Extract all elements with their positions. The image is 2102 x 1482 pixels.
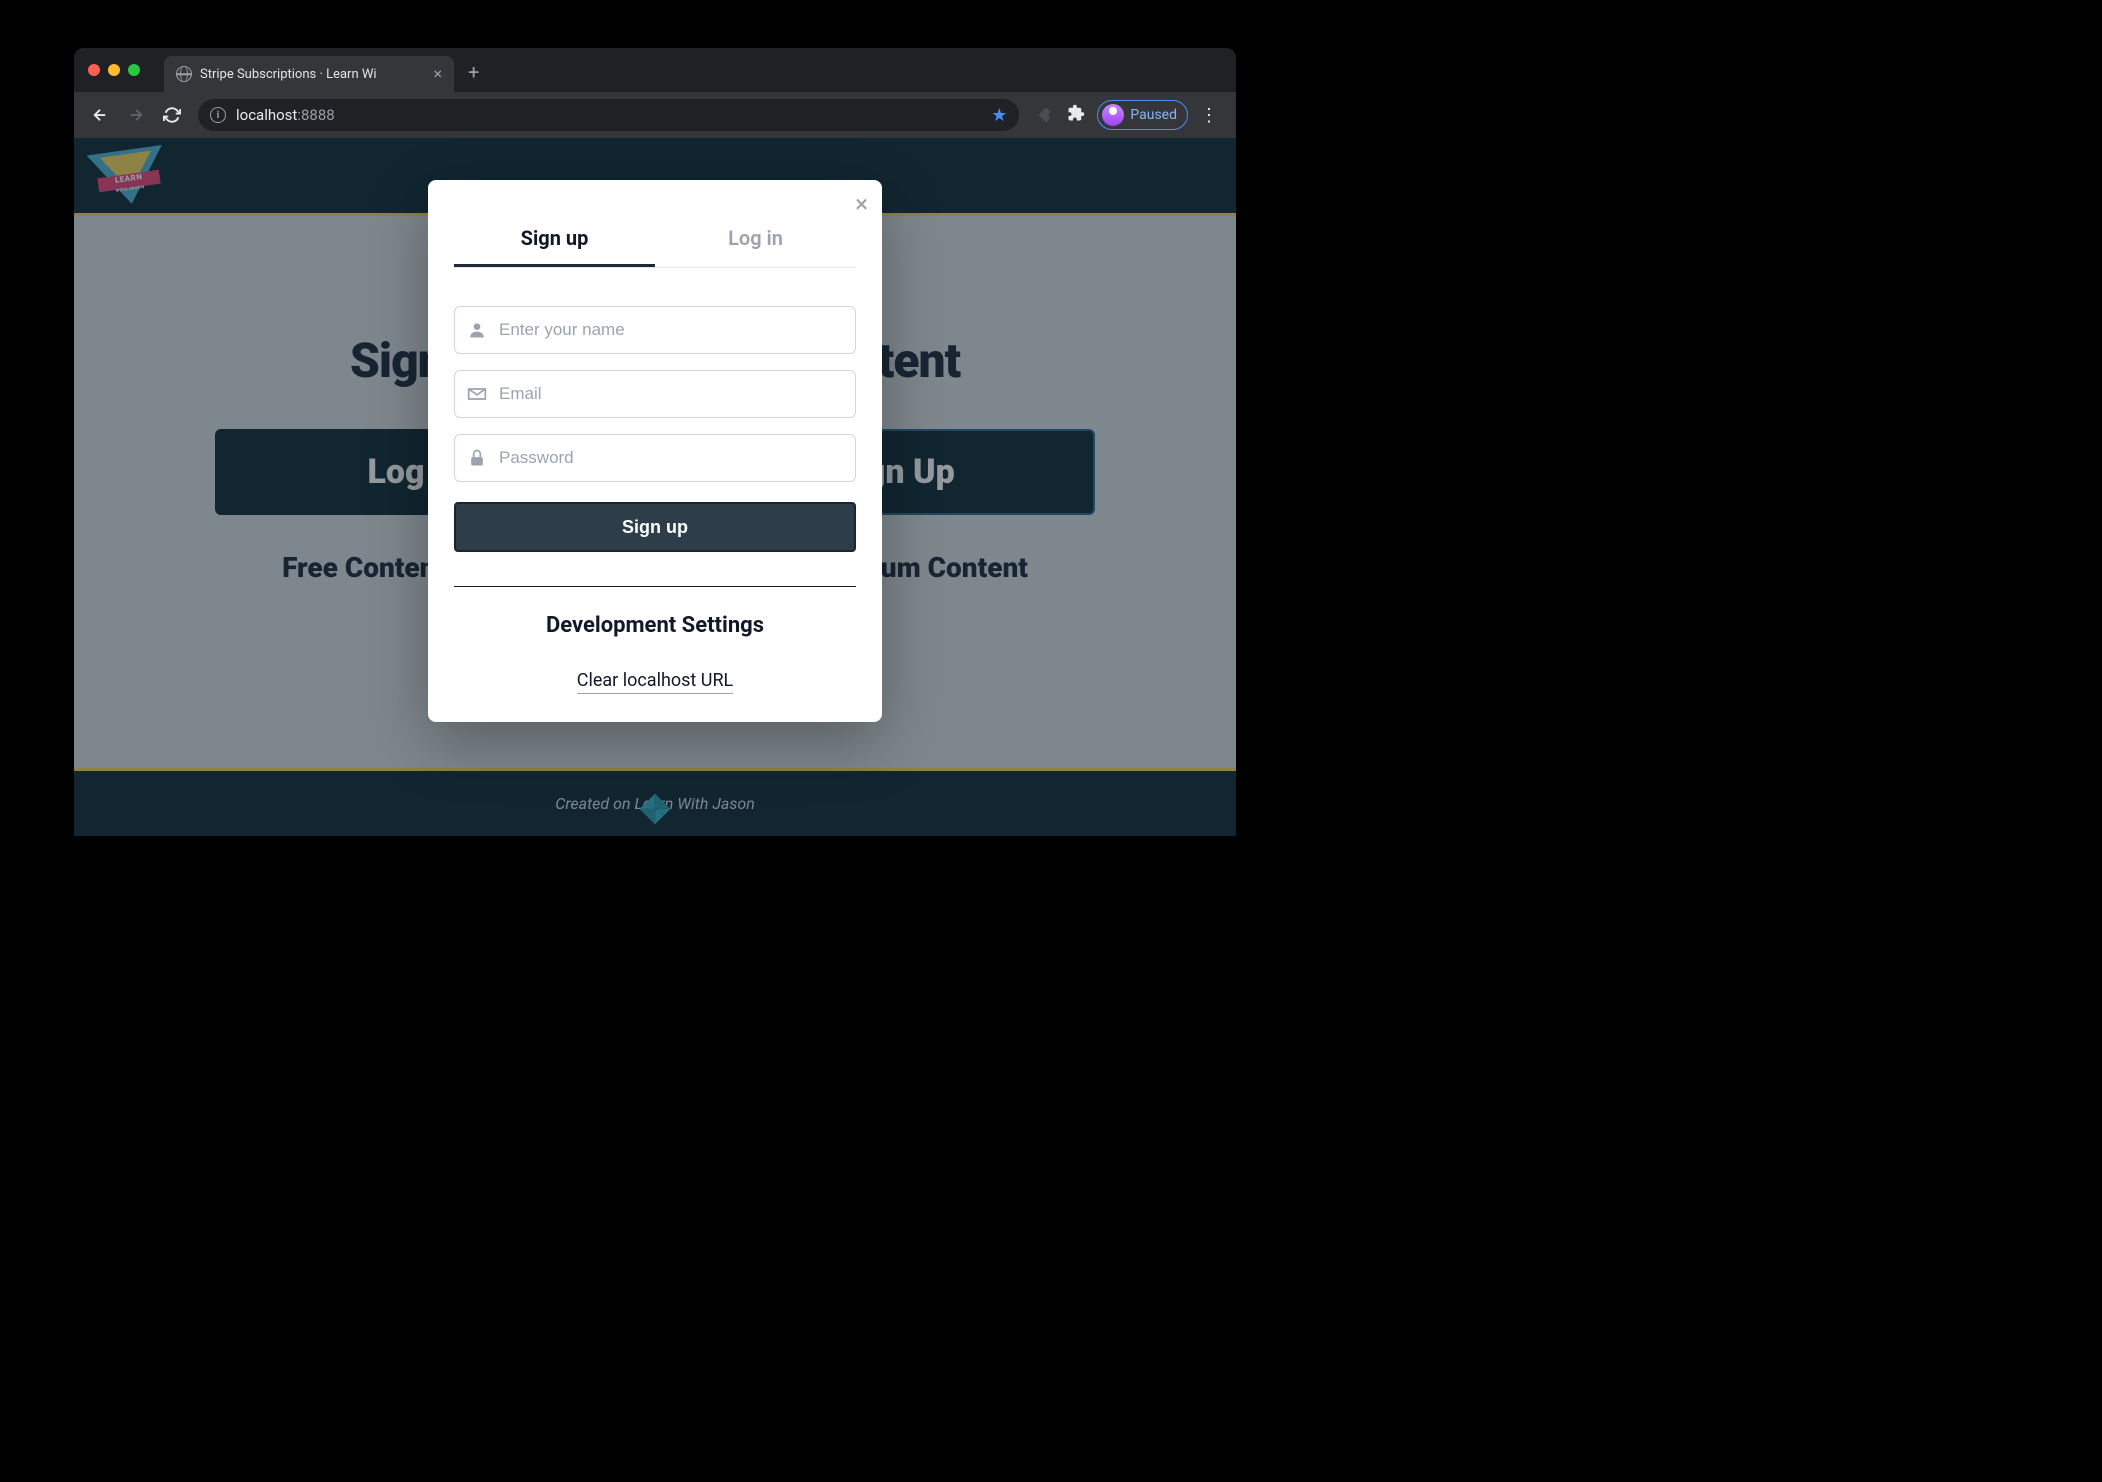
auth-modal: × Sign up Log in: [428, 180, 882, 722]
password-input[interactable]: [499, 448, 843, 468]
signup-form: Sign up: [454, 306, 856, 552]
dev-settings-heading: Development Settings: [454, 613, 856, 638]
window-controls: [88, 64, 140, 76]
modal-close-button[interactable]: ×: [855, 192, 868, 216]
extension-icon[interactable]: [1037, 106, 1055, 124]
modal-overlay[interactable]: × Sign up Log in: [74, 138, 1236, 836]
tab-bar: Stripe Subscriptions · Learn Wi × +: [74, 48, 1236, 92]
password-input-wrap: [454, 434, 856, 482]
modal-divider: [454, 586, 856, 587]
new-tab-button[interactable]: +: [468, 60, 479, 84]
maximize-window-button[interactable]: [128, 64, 140, 76]
url-host: localhost: [236, 106, 297, 124]
clear-localhost-link[interactable]: Clear localhost URL: [577, 670, 734, 694]
minimize-window-button[interactable]: [108, 64, 120, 76]
tab-signup[interactable]: Sign up: [454, 216, 655, 267]
site-info-icon[interactable]: i: [210, 107, 226, 123]
email-input-wrap: [454, 370, 856, 418]
browser-tab[interactable]: Stripe Subscriptions · Learn Wi ×: [164, 56, 454, 92]
user-icon: [467, 320, 487, 340]
tab-title: Stripe Subscriptions · Learn Wi: [200, 67, 425, 82]
signup-submit-button[interactable]: Sign up: [454, 502, 856, 552]
profile-badge[interactable]: Paused: [1097, 100, 1188, 130]
toolbar-right: Paused ⋮: [1029, 100, 1226, 130]
modal-tabs: Sign up Log in: [454, 216, 856, 268]
address-bar[interactable]: i localhost:8888 ★: [198, 99, 1019, 131]
browser-menu-button[interactable]: ⋮: [1200, 105, 1218, 126]
profile-status: Paused: [1130, 107, 1177, 123]
extensions-puzzle-icon[interactable]: [1067, 104, 1085, 127]
tab-login[interactable]: Log in: [655, 216, 856, 267]
forward-button[interactable]: [120, 99, 152, 131]
globe-icon: [176, 66, 192, 82]
page-viewport: LEARN WITH JASON Sign Up for Premium Con…: [74, 138, 1236, 836]
tab-close-button[interactable]: ×: [433, 66, 442, 82]
browser-toolbar: i localhost:8888 ★ Paused ⋮: [74, 92, 1236, 138]
lock-icon: [467, 448, 487, 468]
browser-window: Stripe Subscriptions · Learn Wi × + i lo…: [74, 48, 1236, 836]
close-window-button[interactable]: [88, 64, 100, 76]
email-icon: [467, 384, 487, 404]
reload-button[interactable]: [156, 99, 188, 131]
name-input-wrap: [454, 306, 856, 354]
bookmark-star-icon[interactable]: ★: [991, 105, 1007, 126]
url-port: :8888: [297, 106, 334, 124]
email-input[interactable]: [499, 384, 843, 404]
name-input[interactable]: [499, 320, 843, 340]
back-button[interactable]: [84, 99, 116, 131]
avatar-icon: [1102, 104, 1124, 126]
